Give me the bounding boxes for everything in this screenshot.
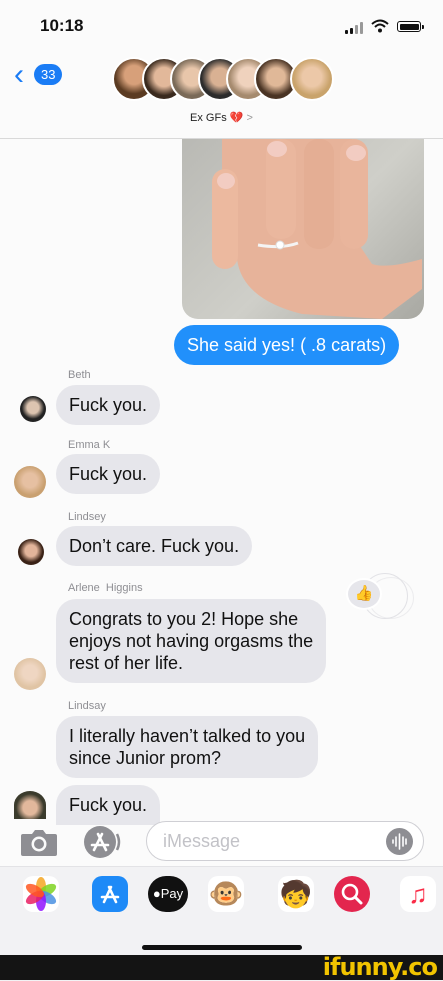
app-store-app-icon[interactable]	[92, 876, 128, 912]
incoming-message[interactable]: Congrats to you 2! Hope she enjoys not h…	[56, 599, 327, 683]
wifi-icon	[371, 19, 389, 33]
avatar	[20, 396, 46, 422]
audio-waveform-icon[interactable]	[386, 828, 413, 855]
group-name[interactable]: Ex GFs 💔 >	[0, 111, 443, 124]
image-search-icon[interactable]	[334, 876, 370, 912]
ifunny-watermark: ifunny.co	[322, 953, 438, 981]
chevron-right-icon: >	[246, 112, 253, 124]
monkey-animoji-icon[interactable]: 🐵	[208, 876, 244, 912]
ring-photo[interactable]	[182, 139, 424, 319]
app-store-icon[interactable]	[82, 824, 122, 860]
group-avatars[interactable]	[112, 57, 334, 105]
incoming-message[interactable]: Fuck you.	[56, 385, 161, 425]
apple-icon: ●	[152, 886, 161, 901]
sender-name: Beth	[68, 369, 91, 381]
avatar	[18, 539, 44, 565]
sender-name: Emma K	[68, 439, 111, 451]
group-title: Ex GFs	[190, 112, 227, 124]
avatar	[290, 57, 334, 101]
thumbs-up-icon[interactable]: 👍	[346, 578, 382, 610]
apple-pay-app-icon[interactable]: ●Pay	[148, 876, 188, 912]
incoming-message[interactable]: Don’t care. Fuck you.	[56, 526, 253, 566]
status-time: 10:18	[40, 16, 84, 35]
incoming-message[interactable]: Fuck you.	[56, 454, 161, 494]
sender-name: Lindsey	[68, 511, 106, 523]
home-indicator	[142, 945, 302, 950]
music-app-icon[interactable]: ♫	[400, 876, 436, 912]
avatar	[14, 658, 46, 690]
apple-pay-label: Pay	[160, 886, 184, 901]
avatar	[14, 466, 46, 498]
photos-app-icon[interactable]	[23, 876, 59, 912]
message-input[interactable]	[146, 821, 424, 861]
unread-count-badge[interactable]: 33	[34, 64, 63, 85]
outgoing-message[interactable]: She said yes! ( .8 carats)	[174, 325, 400, 365]
signal-icon	[345, 22, 363, 34]
back-button[interactable]: ‹	[14, 60, 24, 90]
sender-name: Lindsay	[68, 700, 106, 712]
hand-ring-image	[212, 139, 422, 319]
incoming-message[interactable]: I literally haven’t talked to you since …	[56, 716, 319, 778]
avatar	[14, 791, 46, 819]
memoji-stickers-icon[interactable]: 🧒	[278, 876, 314, 912]
incoming-message[interactable]: Fuck you.	[56, 785, 161, 825]
battery-icon	[397, 21, 424, 32]
camera-icon[interactable]	[19, 826, 59, 858]
sender-name: Arlene Higgins	[68, 582, 143, 594]
broken-heart-icon: 💔	[229, 112, 244, 124]
